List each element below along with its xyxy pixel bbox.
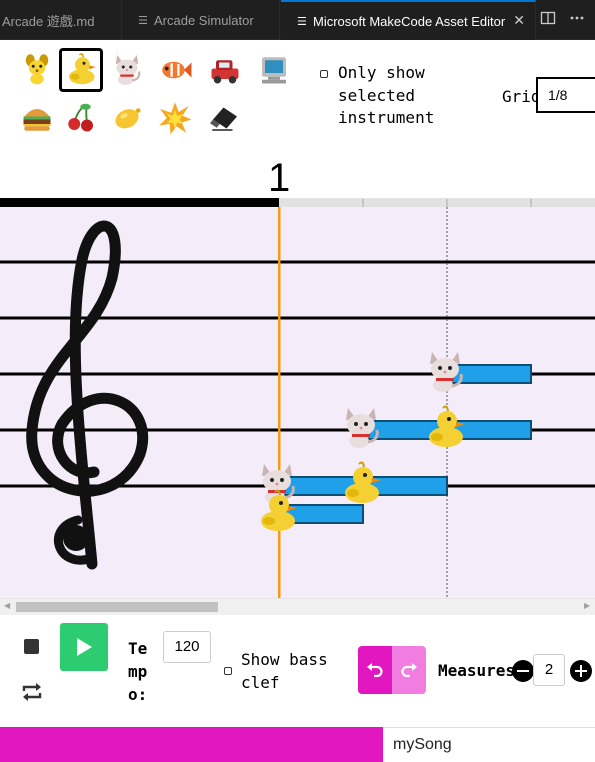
measures-increase-button[interactable] — [570, 660, 592, 682]
tempo-input[interactable]: 120 — [163, 631, 211, 663]
playback-controls: Tempo: 120 Show bass clef Measures 2 — [0, 615, 595, 727]
lemon-icon — [115, 108, 141, 129]
instrument-computer-button[interactable] — [252, 48, 296, 92]
eraser-icon — [210, 107, 237, 131]
loop-button[interactable] — [20, 681, 44, 703]
instrument-lemon-button[interactable] — [105, 96, 149, 140]
only-show-checkbox[interactable] — [320, 70, 328, 78]
play-button[interactable] — [60, 623, 108, 671]
redo-button[interactable] — [392, 646, 426, 694]
preview-icon: ☰ — [138, 13, 148, 27]
editor-tab-bar: Arcade 遊戲.md ☰ Arcade Simulator ☰ Micros… — [0, 0, 595, 40]
measures-input[interactable]: 2 — [533, 654, 565, 686]
instrument-car-button[interactable] — [203, 48, 247, 92]
scroll-right-icon[interactable]: ▶ — [584, 601, 590, 610]
computer-icon — [262, 57, 286, 84]
measure-number: 1 — [268, 156, 291, 200]
tab-label: Arcade 遊戲.md — [2, 13, 95, 29]
cherry-icon — [68, 103, 93, 132]
split-editor-icon[interactable] — [539, 10, 557, 28]
instrument-duck-button[interactable] — [59, 48, 103, 92]
explosion-icon — [159, 102, 192, 135]
instrument-eraser-button[interactable] — [203, 96, 247, 140]
fish-icon — [162, 61, 192, 79]
song-toolbar: Only show selected instrument Grid 1/8 1 — [0, 40, 595, 200]
grid-label: Grid — [502, 87, 541, 106]
instrument-cat-button[interactable] — [105, 48, 149, 92]
tab-arcade-simulator[interactable]: ☰ Arcade Simulator — [122, 0, 280, 40]
staff-scrollbar[interactable]: ◀ ▶ — [0, 598, 595, 615]
only-show-selected-toggle[interactable]: Only show selected instrument — [320, 62, 434, 130]
tempo-label: Tempo: — [128, 639, 148, 704]
asset-name-bar: mySong — [0, 727, 595, 762]
play-icon — [77, 638, 92, 656]
preview-icon: ☰ — [297, 14, 307, 28]
redo-icon — [401, 663, 417, 678]
scroll-left-icon[interactable]: ◀ — [4, 601, 10, 610]
instrument-cherry-button[interactable] — [59, 96, 103, 140]
bass-clef-checkbox[interactable] — [224, 667, 232, 675]
tab-label: Arcade Simulator — [154, 12, 254, 28]
stop-button[interactable] — [24, 639, 39, 654]
burger-icon — [23, 109, 51, 131]
undo-icon — [367, 663, 383, 678]
asset-name-input[interactable]: mySong — [383, 727, 595, 762]
only-show-label: Only show selected instrument — [338, 63, 435, 127]
duck-icon — [69, 53, 96, 85]
measures-label: Measures — [438, 661, 516, 680]
bass-clef-label: Show bass clef — [241, 650, 328, 692]
grid-select[interactable]: 1/8 — [536, 77, 595, 113]
dog-icon — [25, 54, 49, 85]
scrollbar-thumb[interactable] — [16, 602, 218, 612]
tab-asset-editor[interactable]: ☰ Microsoft MakeCode Asset Editor ✕ — [281, 0, 536, 40]
staff-line — [0, 260, 595, 264]
loop-icon — [22, 683, 42, 701]
instrument-fish-button[interactable] — [153, 48, 197, 92]
more-actions-icon[interactable] — [568, 10, 586, 28]
accent-bar — [0, 727, 383, 762]
car-icon — [211, 60, 239, 84]
close-icon[interactable]: ✕ — [513, 13, 525, 29]
tab-label: Microsoft MakeCode Asset Editor — [313, 13, 506, 29]
measures-decrease-button[interactable] — [512, 660, 534, 682]
tab-arcade-md[interactable]: Arcade 遊戲.md — [0, 0, 122, 40]
playhead — [278, 207, 281, 598]
instrument-dog-button[interactable] — [15, 48, 59, 92]
music-staff[interactable] — [0, 198, 595, 598]
undo-button[interactable] — [358, 646, 392, 694]
cat-icon — [115, 55, 141, 85]
timeline-elapsed-bar — [0, 198, 279, 207]
instrument-burger-button[interactable] — [15, 96, 59, 140]
instrument-explosion-button[interactable] — [153, 96, 197, 140]
